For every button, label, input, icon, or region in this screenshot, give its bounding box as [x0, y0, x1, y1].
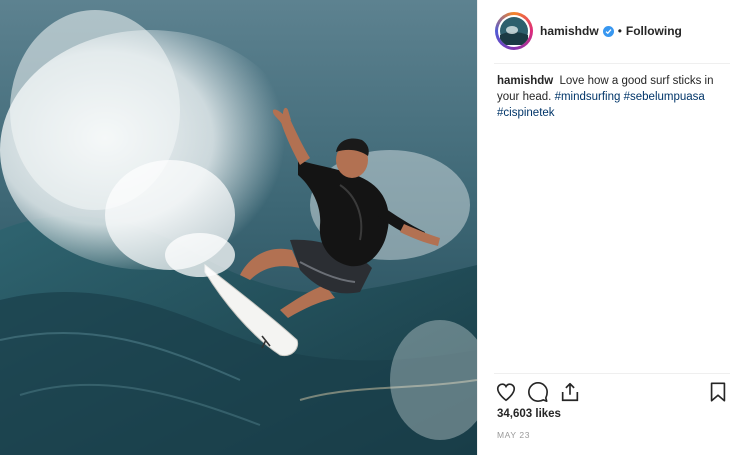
likes-count[interactable]: 34,603 likes [497, 408, 561, 420]
header-divider [494, 63, 730, 64]
caption-username[interactable]: hamishdw [497, 75, 553, 87]
hashtag-sebelumpuasa[interactable]: #sebelumpuasa [624, 91, 705, 103]
instagram-post: hamishdw • Following hamishdw Love how a… [0, 0, 745, 455]
bookmark-icon[interactable] [707, 381, 729, 403]
post-actions [495, 381, 729, 403]
surf-photo-illustration [0, 0, 477, 455]
hashtag-mindsurfing[interactable]: #mindsurfing [555, 91, 621, 103]
following-button[interactable]: Following [626, 24, 682, 38]
post-date[interactable]: MAY 23 [497, 430, 530, 440]
heart-icon[interactable] [495, 381, 517, 403]
separator-dot: • [617, 24, 622, 38]
post-caption: hamishdw Love how a good surf sticks in … [497, 73, 737, 121]
actions-divider [494, 373, 730, 374]
post-side-panel: hamishdw • Following hamishdw Love how a… [477, 0, 745, 455]
avatar[interactable] [495, 12, 533, 50]
post-header: hamishdw • Following [478, 0, 745, 63]
header-text: hamishdw • Following [540, 24, 682, 38]
header-username[interactable]: hamishdw [540, 24, 599, 38]
post-photo[interactable] [0, 0, 477, 455]
comment-icon[interactable] [527, 381, 549, 403]
avatar-image [498, 15, 530, 47]
verified-badge-icon [602, 25, 614, 37]
share-icon[interactable] [559, 381, 581, 403]
hashtag-cispinetek[interactable]: #cispinetek [497, 107, 555, 119]
